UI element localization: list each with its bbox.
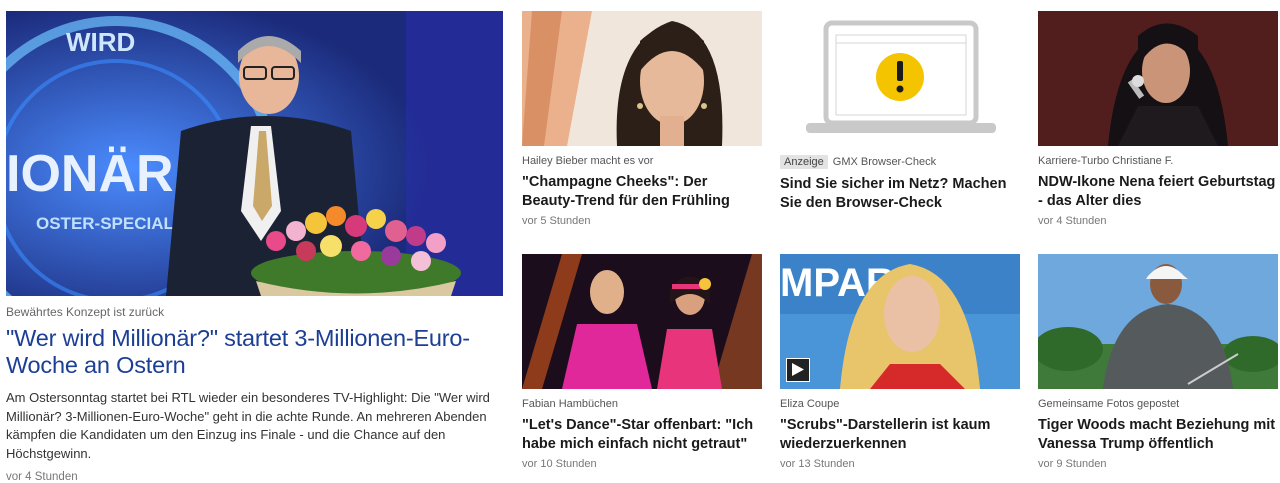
ad-card[interactable]: Anzeige GMX Browser-Check Sind Sie sicher… (780, 11, 1020, 212)
laptop-warning-illustration (806, 20, 996, 133)
hero-image[interactable]: WIRD IONÄR OSTER-SPECIAL (6, 11, 503, 296)
article-card[interactable]: Karriere-Turbo Christiane F. NDW-Ikone N… (1038, 11, 1278, 227)
article-headline[interactable]: "Scrubs"-Darstellerin ist kaum wiederzue… (780, 416, 1020, 453)
article-headline[interactable]: "Let's Dance"-Star offenbart: "Ich habe … (522, 416, 762, 453)
video-play-icon[interactable] (786, 358, 810, 382)
article-card[interactable]: Fabian Hambüchen "Let's Dance"-Star offe… (522, 254, 762, 470)
article-timestamp: vor 5 Stunden (522, 215, 591, 227)
hero-kicker: Bewährtes Konzept ist zurück (6, 305, 165, 319)
article-kicker: Eliza Coupe (780, 398, 840, 410)
hero-article[interactable]: WIRD IONÄR OSTER-SPECIAL Bewährtes Konze… (6, 11, 503, 483)
news-teaser-grid: WIRD IONÄR OSTER-SPECIAL Bewährtes Konze… (0, 0, 1280, 483)
ad-kicker: Anzeige GMX Browser-Check (780, 155, 1020, 169)
hero-photo-illustration: WIRD IONÄR OSTER-SPECIAL (6, 11, 503, 296)
hero-timestamp: vor 4 Stunden (6, 471, 78, 483)
article-kicker: Fabian Hambüchen (522, 398, 619, 410)
ad-label-badge: Anzeige (780, 155, 828, 169)
article-card[interactable]: Hailey Bieber macht es vor "Champagne Ch… (522, 11, 762, 227)
singer-photo-illustration (1038, 11, 1278, 146)
article-headline[interactable]: "Champagne Cheeks": Der Beauty-Trend für… (522, 173, 762, 210)
article-image[interactable] (522, 254, 762, 389)
article-card[interactable]: Gemeinsame Fotos gepostet Tiger Woods ma… (1038, 254, 1278, 470)
actress-photo-illustration: MPARI (780, 254, 1020, 389)
ad-image[interactable] (780, 11, 1020, 146)
set-text-wird: WIRD (66, 27, 135, 57)
article-timestamp: vor 9 Stunden (1038, 458, 1107, 470)
ad-sponsor: GMX Browser-Check (832, 156, 937, 168)
article-image[interactable] (1038, 254, 1278, 389)
hero-teaser: Am Ostersonntag startet bei RTL wieder e… (6, 390, 490, 461)
hero-headline[interactable]: "Wer wird Millionär?" startet 3-Millione… (6, 325, 503, 379)
set-text-ionaer: IONÄR (6, 145, 174, 203)
article-kicker: Gemeinsame Fotos gepostet (1038, 398, 1180, 410)
article-image[interactable] (1038, 11, 1278, 146)
portrait-photo-illustration (522, 11, 762, 146)
article-image[interactable] (522, 11, 762, 146)
article-timestamp: vor 10 Stunden (522, 458, 597, 470)
article-headline[interactable]: NDW-Ikone Nena feiert Geburtstag - das A… (1038, 173, 1278, 210)
set-text-oster-special: OSTER-SPECIAL (36, 214, 174, 233)
article-card[interactable]: MPARI Eliza Coupe "Scrubs"-Darstellerin … (780, 254, 1020, 470)
article-timestamp: vor 13 Stunden (780, 458, 855, 470)
article-timestamp: vor 4 Stunden (1038, 215, 1107, 227)
article-kicker: Karriere-Turbo Christiane F. (1038, 155, 1174, 167)
ad-headline[interactable]: Sind Sie sicher im Netz? Machen Sie den … (780, 175, 1020, 212)
article-kicker: Hailey Bieber macht es vor (522, 155, 654, 167)
golfer-photo-illustration (1038, 254, 1278, 389)
dancers-photo-illustration (522, 254, 762, 389)
article-image[interactable]: MPARI (780, 254, 1020, 389)
article-headline[interactable]: Tiger Woods macht Beziehung mit Vanessa … (1038, 416, 1278, 453)
